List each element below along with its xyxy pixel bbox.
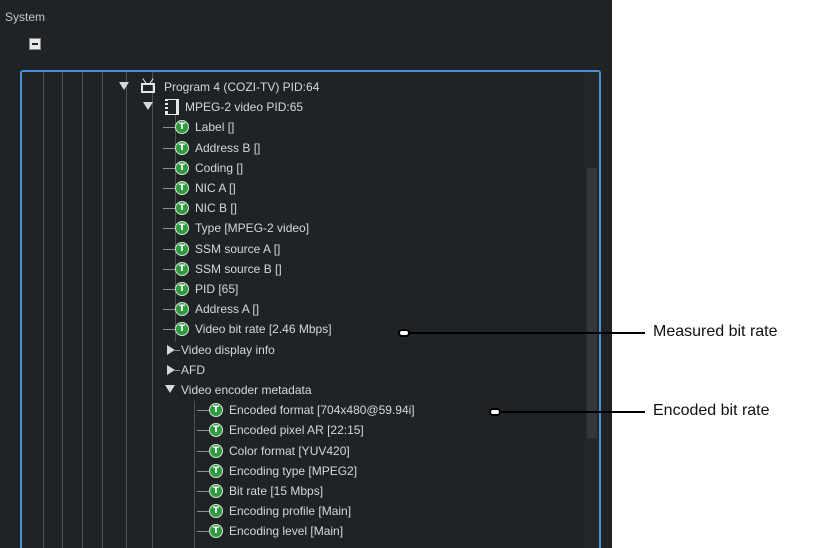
text-property-icon	[175, 242, 189, 256]
tree-item-property[interactable]: SSM source A []	[0, 240, 580, 258]
tree-connector	[197, 451, 209, 452]
scrollbar-thumb[interactable]	[587, 168, 597, 438]
tree-item-property[interactable]: NIC B []	[0, 199, 580, 217]
tree-item-property[interactable]: Color format [YUV420]	[0, 442, 580, 460]
system-panel: System Program 4 (COZI-TV) PID:64 MPEG-2 …	[0, 0, 612, 548]
callout-measured-line	[409, 332, 645, 334]
tree-connector	[197, 410, 209, 411]
expand-arrow-icon[interactable]	[119, 82, 129, 90]
callout-encoded-label: Encoded bit rate	[653, 402, 770, 419]
text-property-icon	[175, 161, 189, 175]
tree-item-label: Encoding profile [Main]	[229, 504, 352, 518]
callout-encoded-line	[500, 411, 645, 413]
tree-item-property[interactable]: Address B []	[0, 139, 580, 157]
tree-item-label: Program 4 (COZI-TV) PID:64	[164, 80, 320, 94]
tree-connector	[163, 188, 175, 189]
expand-arrow-icon[interactable]	[143, 102, 153, 110]
tree-item-label: Encoded format [704x480@59.94i]	[229, 403, 415, 417]
tree-item-program[interactable]: Program 4 (COZI-TV) PID:64	[0, 78, 580, 96]
text-property-icon	[175, 181, 189, 195]
text-property-icon	[209, 403, 223, 417]
text-property-icon	[209, 504, 223, 518]
tree-item-property[interactable]: Encoding profile [Main]	[0, 502, 580, 520]
tree-connector	[163, 249, 175, 250]
tree-item-property[interactable]: Encoding type [MPEG2]	[0, 462, 580, 480]
video-stream-icon	[165, 99, 179, 115]
text-property-icon	[175, 302, 189, 316]
tree-connector	[163, 289, 175, 290]
tree-item-property[interactable]: Video bit rate [2.46 Mbps]	[0, 320, 580, 338]
tree-item-label: Encoding type [MPEG2]	[229, 464, 358, 478]
text-property-icon	[175, 282, 189, 296]
tree-item-label: MPEG-2 video PID:65	[185, 100, 304, 114]
tree-item-label: SSM source B []	[195, 262, 282, 276]
tree-item-property[interactable]: Type [MPEG-2 video]	[0, 219, 580, 237]
tree-item-property[interactable]: Encoded pixel AR [22:15]	[0, 421, 580, 439]
text-property-icon	[209, 423, 223, 437]
tree-item-property[interactable]: Bit rate [15 Mbps]	[0, 482, 580, 500]
tree-item-group[interactable]: AFD	[0, 361, 580, 379]
tree-connector	[197, 531, 209, 532]
collapse-all-button[interactable]	[29, 38, 41, 50]
tree-item-label: Coding []	[195, 161, 244, 175]
tree-connector	[163, 228, 175, 229]
tree-item-label: Video display info	[181, 343, 275, 357]
tree-item-label: Color format [YUV420]	[229, 444, 350, 458]
tree-item-label: NIC A []	[195, 181, 236, 195]
tree-item-property[interactable]: Coding []	[0, 159, 580, 177]
tree-item-label: Video encoder metadata	[181, 383, 312, 397]
tree-item-label: Address B []	[195, 141, 261, 155]
tree-connector	[163, 309, 175, 310]
tree-item-group[interactable]: Video encoder metadata	[0, 381, 580, 399]
tree-item-label: Video bit rate [2.46 Mbps]	[195, 322, 332, 336]
tree-item-group[interactable]: Video display info	[0, 341, 580, 359]
text-property-icon	[175, 201, 189, 215]
tree-connector	[163, 329, 175, 330]
tree-item-label: NIC B []	[195, 201, 238, 215]
collapsed-arrow-icon[interactable]	[167, 365, 175, 375]
tree-connector	[163, 127, 175, 128]
text-property-icon	[175, 141, 189, 155]
tree-item-property[interactable]: PID [65]	[0, 280, 580, 298]
tree-item-property[interactable]: SSM source B []	[0, 260, 580, 278]
tree-item-label: SSM source A []	[195, 242, 281, 256]
tree-connector	[197, 511, 209, 512]
text-property-icon	[209, 484, 223, 498]
text-property-icon	[209, 464, 223, 478]
tree-item-property[interactable]: Label []	[0, 118, 580, 136]
tree-item-label: Address A []	[195, 302, 260, 316]
tree-item-property[interactable]: NIC A []	[0, 179, 580, 197]
tree-item-label: Encoded pixel AR [22:15]	[229, 423, 364, 437]
tv-icon	[140, 78, 157, 94]
text-property-icon	[209, 444, 223, 458]
tree-item-label: Label []	[195, 120, 235, 134]
tree-item-video-stream[interactable]: MPEG-2 video PID:65	[0, 98, 580, 116]
panel-title: System	[5, 10, 46, 24]
tree-item-label: Bit rate [15 Mbps]	[229, 484, 324, 498]
tree-connector	[163, 168, 175, 169]
tree-item-property[interactable]: Encoding level [Main]	[0, 522, 580, 540]
tree-item-property[interactable]: Address A []	[0, 300, 580, 318]
tree-connector	[163, 208, 175, 209]
vertical-scrollbar[interactable]	[585, 73, 599, 548]
callout-measured-label: Measured bit rate	[653, 323, 778, 340]
tree-connector	[197, 471, 209, 472]
text-property-icon	[175, 262, 189, 276]
tree-connector	[175, 350, 180, 351]
text-property-icon	[175, 120, 189, 134]
tree-item-label: Encoding level [Main]	[229, 524, 344, 538]
expand-arrow-icon[interactable]	[165, 385, 175, 393]
text-property-icon	[175, 221, 189, 235]
text-property-icon	[175, 322, 189, 336]
tree-connector	[163, 148, 175, 149]
tree-item-label: Type [MPEG-2 video]	[195, 221, 310, 235]
tree-connector	[197, 430, 209, 431]
collapsed-arrow-icon[interactable]	[167, 345, 175, 355]
tree-item-label: PID [65]	[195, 282, 239, 296]
tree-connector	[175, 370, 180, 371]
tree-item-label: AFD	[181, 363, 205, 377]
text-property-icon	[209, 524, 223, 538]
tree-connector	[197, 491, 209, 492]
tree-connector	[163, 269, 175, 270]
